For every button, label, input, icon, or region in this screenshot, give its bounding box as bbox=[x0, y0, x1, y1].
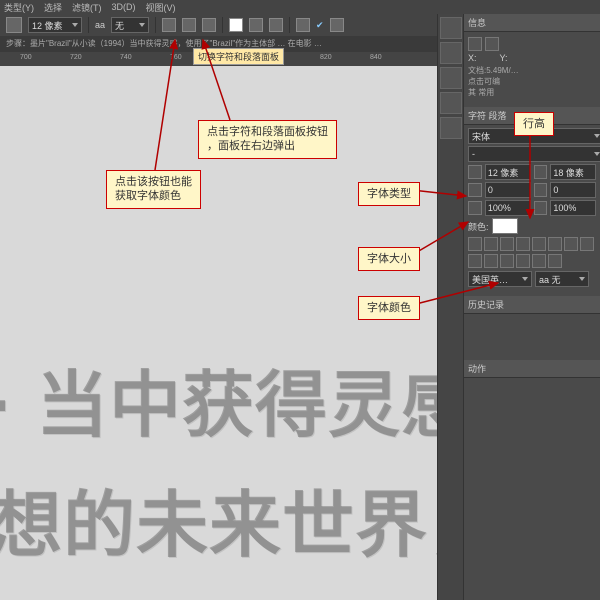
text-color-swatch[interactable] bbox=[229, 18, 243, 32]
text-color-swatch-panel[interactable] bbox=[492, 218, 518, 234]
actions-panel bbox=[464, 377, 600, 414]
align-left-icon[interactable] bbox=[162, 18, 176, 32]
collapsed-dock bbox=[437, 14, 464, 600]
dock-icon[interactable] bbox=[440, 67, 462, 89]
dock-icon[interactable] bbox=[440, 92, 462, 114]
underline-icon[interactable] bbox=[564, 237, 578, 251]
color-label: 颜色: bbox=[468, 220, 489, 233]
allcaps-icon[interactable] bbox=[500, 237, 514, 251]
history-tab[interactable]: 历史记录 bbox=[464, 296, 600, 313]
callout-panel-toggle: 点击字符和段落面板按钮 ，面板在右边弹出 bbox=[198, 120, 337, 159]
cancel-icon[interactable] bbox=[296, 18, 310, 32]
kerning-input[interactable]: 0 bbox=[485, 182, 531, 198]
font-size-value: 12 像素 bbox=[32, 19, 63, 32]
hint-a: 点击可编 bbox=[468, 76, 596, 87]
leading-icon bbox=[534, 165, 548, 179]
eyedropper-icon bbox=[468, 37, 482, 51]
aa-value: aa 无 bbox=[539, 273, 561, 286]
menu-item[interactable]: 3D(D) bbox=[112, 2, 136, 12]
font-size-input[interactable]: 12 像素 bbox=[485, 164, 531, 180]
hscale-icon bbox=[534, 201, 548, 215]
info-panel: X: Y: 文档:5.49M/… 点击可编 其 常用 bbox=[464, 31, 600, 101]
character-panel: 宋体 - 12 像素 18 像素 0 0 100% 100% 颜色: bbox=[464, 124, 600, 292]
lang-value: 美国英… bbox=[472, 273, 508, 286]
ot-icon[interactable] bbox=[500, 254, 514, 268]
aa-value: 无 bbox=[115, 19, 124, 32]
3d-icon[interactable] bbox=[330, 18, 344, 32]
subscript-icon[interactable] bbox=[548, 237, 562, 251]
tracking-input[interactable]: 0 bbox=[550, 182, 596, 198]
x-label: X: bbox=[468, 53, 477, 63]
ot-icon[interactable] bbox=[532, 254, 546, 268]
faux-bold-icon[interactable] bbox=[468, 237, 482, 251]
menu-item[interactable]: 类型(Y) bbox=[4, 1, 34, 14]
hscale-input[interactable]: 100% bbox=[550, 200, 596, 216]
actions-tab[interactable]: 动作 bbox=[464, 360, 600, 377]
info-tab[interactable]: 信息 bbox=[464, 14, 600, 31]
menu-item[interactable]: 选择 bbox=[44, 1, 62, 14]
tracking-icon bbox=[534, 183, 548, 197]
align-right-icon[interactable] bbox=[202, 18, 216, 32]
history-panel bbox=[464, 313, 600, 360]
callout-font-size: 字体大小 bbox=[358, 247, 420, 271]
dock-icon[interactable] bbox=[440, 42, 462, 64]
lang-dropdown[interactable]: 美国英… bbox=[468, 271, 532, 287]
smallcaps-icon[interactable] bbox=[516, 237, 530, 251]
vscale-icon bbox=[468, 201, 482, 215]
aa-dropdown-panel[interactable]: aa 无 bbox=[535, 271, 589, 287]
paint-icon bbox=[485, 37, 499, 51]
aa-label: aa bbox=[95, 20, 105, 30]
tooltip: 切换字符和段落面板 bbox=[193, 48, 284, 65]
align-center-icon[interactable] bbox=[182, 18, 196, 32]
ot-icon[interactable] bbox=[548, 254, 562, 268]
ot-icon[interactable] bbox=[516, 254, 530, 268]
faux-italic-icon[interactable] bbox=[484, 237, 498, 251]
commit-icon[interactable]: ✔ bbox=[316, 20, 324, 31]
ot-icon[interactable] bbox=[468, 254, 482, 268]
font-size-dropdown[interactable]: 12 像素 bbox=[28, 17, 82, 33]
y-label: Y: bbox=[500, 53, 508, 63]
char-panel-toggle-icon[interactable] bbox=[269, 18, 283, 32]
strike-icon[interactable] bbox=[580, 237, 594, 251]
callout-color-pick: 点击该按钮也能 获取字体颜色 bbox=[106, 170, 201, 209]
vscale-input[interactable]: 100% bbox=[485, 200, 531, 216]
font-style-value: - bbox=[472, 149, 475, 159]
font-style-dropdown[interactable]: - bbox=[468, 146, 600, 162]
leading-input[interactable]: 18 像素 bbox=[550, 164, 596, 180]
kerning-icon bbox=[468, 183, 482, 197]
dock-icon[interactable] bbox=[440, 117, 462, 139]
callout-font-family: 字体类型 bbox=[358, 182, 420, 206]
menu-item[interactable]: 滤镜(T) bbox=[72, 1, 102, 14]
menubar: 类型(Y) 选择 滤镜(T) 3D(D) 视图(V) bbox=[0, 0, 600, 14]
right-dock: 信息 X:Y: 文档:5.49M/… 点击可编 其 常用 字符 段落 宋体 - … bbox=[463, 14, 600, 600]
callout-leading: 行高 bbox=[514, 112, 554, 136]
orientation-icon[interactable] bbox=[6, 17, 22, 33]
superscript-icon[interactable] bbox=[532, 237, 546, 251]
font-size-icon bbox=[468, 165, 482, 179]
doc-size: 文档:5.49M/… bbox=[468, 65, 596, 76]
warp-text-icon[interactable] bbox=[249, 18, 263, 32]
dock-icon[interactable] bbox=[440, 17, 462, 39]
font-family-value: 宋体 bbox=[472, 130, 490, 143]
menu-item[interactable]: 视图(V) bbox=[146, 1, 176, 14]
aa-dropdown[interactable]: 无 bbox=[111, 17, 149, 33]
callout-font-color: 字体颜色 bbox=[358, 296, 420, 320]
hint-b: 其 常用 bbox=[468, 87, 596, 98]
ot-icon[interactable] bbox=[484, 254, 498, 268]
